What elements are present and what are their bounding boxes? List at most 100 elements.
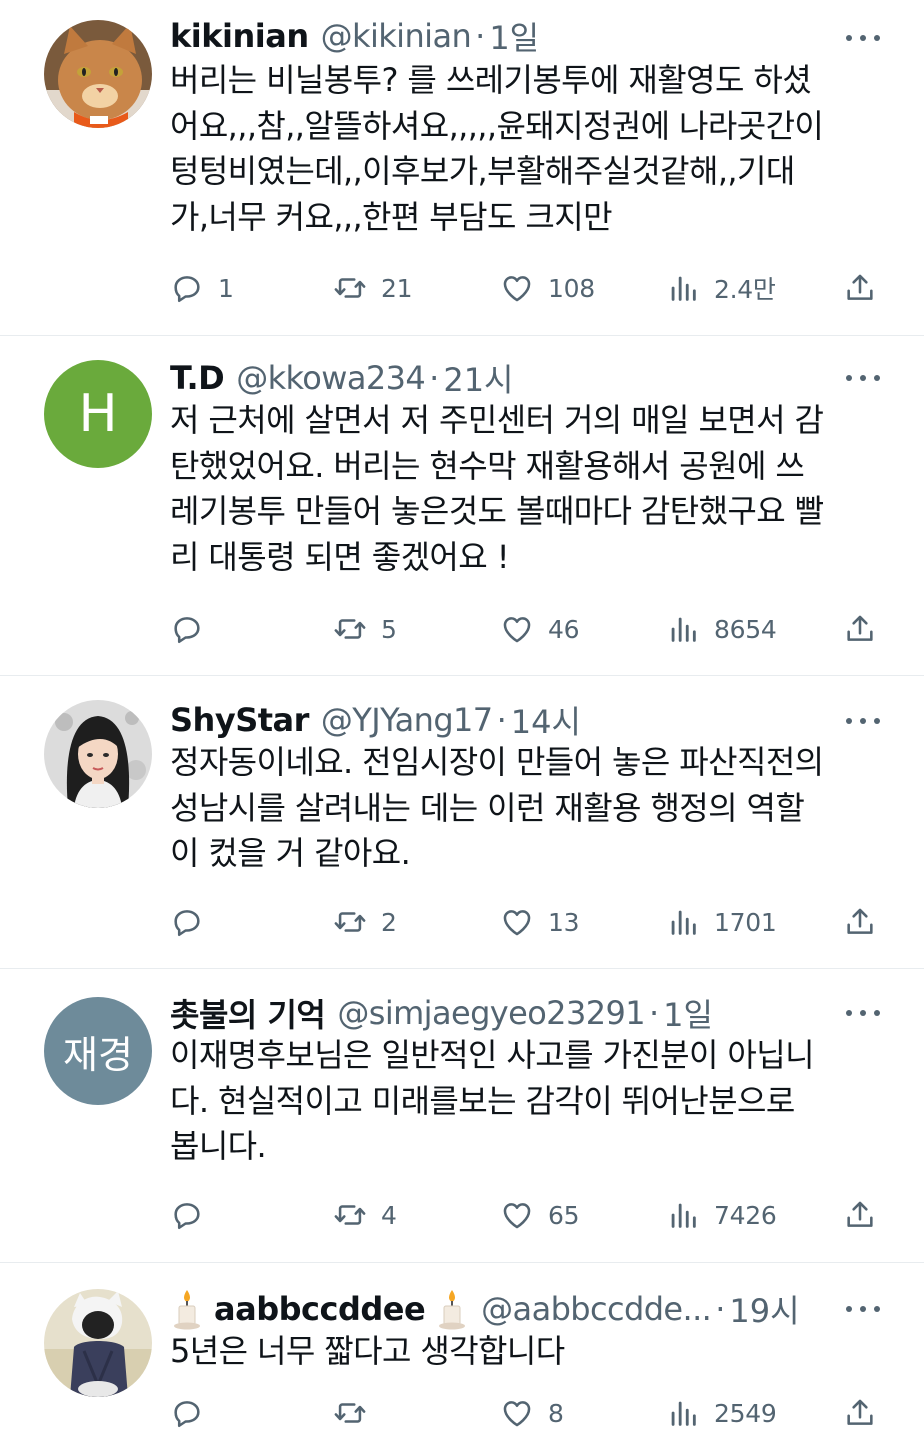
display-name[interactable]: 촛불의 기억 — [170, 990, 326, 1036]
person-photo-avatar — [44, 1289, 152, 1397]
more-options-icon[interactable] — [846, 716, 880, 726]
tweet-text-line: 탄했었어요. 버리는 현수막 재활용해서 공원에 쓰 — [170, 446, 805, 485]
display-name[interactable]: T.D — [170, 359, 225, 397]
views-button[interactable]: 8654 — [666, 607, 777, 651]
tweet[interactable]: kikinian @kikinian · 1일 버리는 비닐봉투? 를 쓰레기봉… — [0, 0, 924, 336]
timestamp[interactable]: 19시 — [729, 1286, 799, 1332]
timestamp[interactable]: 21시 — [443, 355, 513, 401]
views-icon — [671, 617, 696, 642]
separator-dot: · — [475, 17, 486, 55]
tweet-text-line: 텅텅비였는데,,이후보가,부활해주실것같해,,기대 — [170, 152, 795, 190]
action-bar: 1 21 108 2.4만 — [0, 266, 924, 310]
avatar[interactable] — [44, 700, 152, 808]
display-name[interactable]: kikinian — [170, 17, 309, 55]
like-button[interactable]: 13 — [500, 900, 580, 944]
like-count: 65 — [548, 1200, 580, 1230]
share-button[interactable] — [843, 1193, 877, 1237]
avatar-initials: 재경 — [63, 1032, 133, 1077]
retweet-button[interactable]: 4 — [333, 1193, 397, 1237]
retweet-count: 2 — [381, 907, 397, 937]
display-name[interactable]: ShyStar — [170, 701, 309, 739]
handle[interactable]: @YJYang17 — [321, 701, 493, 739]
retweet-count: 5 — [381, 614, 397, 644]
tweet-text: 5년은 너무 짧다고 생각합니다 — [170, 1329, 890, 1375]
tweet[interactable]: ShyStar @YJYang17 · 14시 정자동이네요. 전임시장이 만들… — [0, 676, 924, 969]
retweet-button[interactable]: 2 — [333, 900, 397, 944]
avatar-initials: H — [78, 384, 118, 444]
tweet-text-line: 레기봉투 만들어 놓은것도 볼때마다 감탄했구요 빨 — [170, 492, 824, 530]
share-icon — [847, 274, 873, 300]
reply-button[interactable] — [170, 1391, 218, 1435]
views-icon — [671, 1203, 696, 1228]
like-button[interactable]: 8 — [500, 1391, 564, 1435]
view-count: 2.4만 — [714, 275, 776, 304]
heart-icon — [503, 910, 531, 936]
like-button[interactable]: 46 — [500, 607, 580, 651]
tweet[interactable]: aabbccddee @aabbccdde... · 19시 5년은 너무 짧다… — [0, 1263, 924, 1435]
views-icon — [671, 910, 696, 935]
like-count: 46 — [548, 614, 580, 644]
like-count: 13 — [548, 907, 580, 937]
avatar[interactable]: 재경 — [44, 997, 152, 1105]
view-count: 2549 — [714, 1398, 777, 1428]
tweet-header: 촛불의 기억 @simjaegyeo23291 · 1일 — [170, 991, 884, 1035]
avatar[interactable] — [44, 1289, 152, 1397]
tweet-feed: kikinian @kikinian · 1일 버리는 비닐봉투? 를 쓰레기봉… — [0, 0, 924, 1435]
retweet-button[interactable]: 21 — [333, 266, 413, 310]
separator-dot: · — [429, 359, 440, 397]
reply-icon — [174, 910, 200, 937]
share-icon — [847, 615, 873, 641]
retweet-button[interactable] — [333, 1391, 381, 1435]
views-button[interactable]: 1701 — [666, 900, 777, 944]
action-bar: 4 65 7426 — [0, 1193, 924, 1237]
share-button[interactable] — [843, 1391, 877, 1435]
display-name[interactable]: aabbccddee — [214, 1290, 426, 1328]
timestamp[interactable]: 1일 — [663, 990, 713, 1036]
heart-icon — [503, 617, 531, 643]
tweet-text: 정자동이네요. 전임시장이 만들어 놓은 파산직전의 성남시를 살려내는 데는 … — [170, 740, 890, 877]
more-options-icon[interactable] — [846, 1008, 880, 1018]
retweet-button[interactable]: 5 — [333, 607, 397, 651]
retweet-icon — [334, 912, 366, 932]
like-button[interactable]: 108 — [500, 266, 595, 310]
share-button[interactable] — [843, 900, 877, 944]
handle[interactable]: @aabbccdde... — [481, 1290, 712, 1328]
reply-button[interactable] — [170, 900, 218, 944]
more-options-icon[interactable] — [846, 1304, 880, 1314]
tweet[interactable]: H T.D @kkowa234 · 21시 저 근처에 살면서 저 주민센터 거… — [0, 336, 924, 676]
views-button[interactable]: 7426 — [666, 1193, 777, 1237]
avatar[interactable]: H — [44, 360, 152, 468]
handle[interactable]: @simjaegyeo23291 — [337, 994, 645, 1032]
view-count: 8654 — [714, 614, 777, 644]
view-count: 7426 — [714, 1200, 777, 1230]
timestamp[interactable]: 1일 — [489, 13, 539, 59]
more-options-icon[interactable] — [846, 373, 880, 383]
reply-button[interactable] — [170, 607, 218, 651]
timestamp[interactable]: 14시 — [511, 697, 581, 743]
tweet-text-line: 5년은 너무 짧다고 생각합니다 — [170, 1332, 565, 1370]
reply-icon — [174, 276, 200, 303]
separator-dot: · — [648, 994, 660, 1032]
retweet-count: 4 — [381, 1200, 397, 1230]
retweet-icon — [334, 1205, 366, 1225]
heart-icon — [503, 1401, 531, 1427]
view-count: 1701 — [714, 907, 777, 937]
like-button[interactable]: 65 — [500, 1193, 580, 1237]
reply-count: 1 — [218, 273, 234, 303]
views-icon — [671, 276, 696, 301]
share-button[interactable] — [843, 607, 877, 651]
more-options-icon[interactable] — [846, 33, 880, 43]
reply-button[interactable]: 1 — [170, 266, 234, 310]
handle[interactable]: @kkowa234 — [236, 359, 426, 397]
share-button[interactable] — [843, 266, 877, 310]
tweet[interactable]: 재경 촛불의 기억 @simjaegyeo23291 · 1일 이재명후보님은 … — [0, 969, 924, 1263]
reply-icon — [174, 1203, 200, 1230]
reply-icon — [174, 1401, 200, 1428]
views-button[interactable]: 2.4만 — [666, 266, 776, 310]
views-button[interactable]: 2549 — [666, 1391, 777, 1435]
tweet-text: 버리는 비닐봉투? 를 쓰레기봉투에 재활영도 하셨 어요,,,참,,알뜰하셔요… — [170, 58, 890, 240]
avatar[interactable] — [44, 20, 152, 128]
handle[interactable]: @kikinian — [321, 17, 472, 55]
tweet-text-line: 정자동이네요. 전임시장이 만들어 놓은 파산직전의 — [170, 743, 824, 781]
reply-button[interactable] — [170, 1193, 218, 1237]
